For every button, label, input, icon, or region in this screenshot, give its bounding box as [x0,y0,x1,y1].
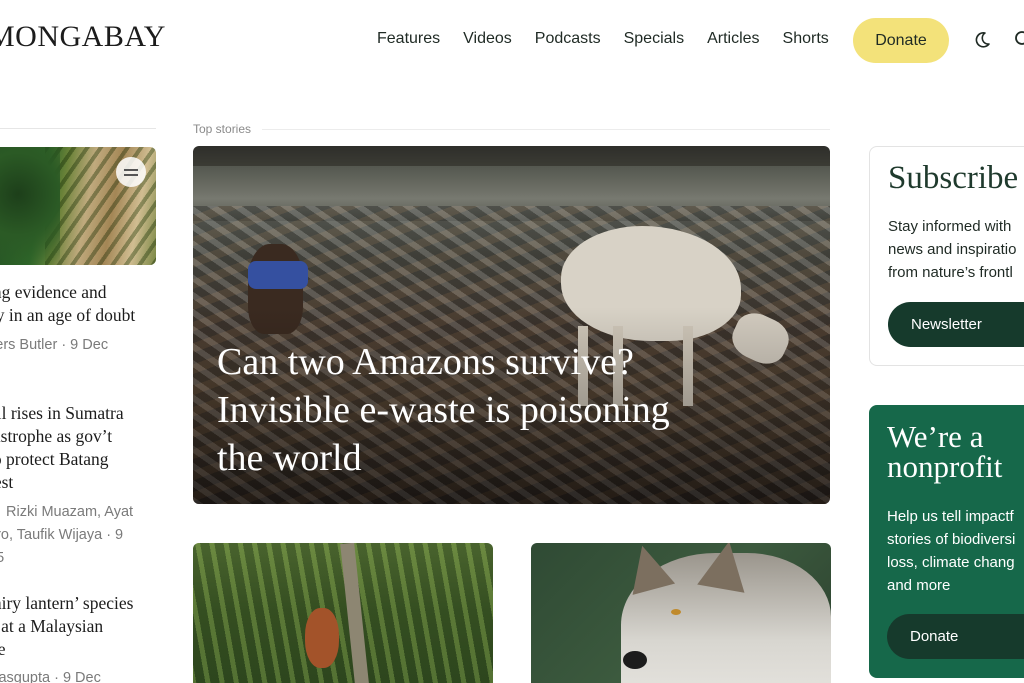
left-story-title-2-line-4[interactable]: rest [0,471,13,494]
newsletter-button[interactable]: Newsletter [888,302,1024,347]
subscribe-text-line-3: from nature’s frontl [888,264,1013,281]
nonprofit-title-line-1: We’re a [887,419,984,454]
nav-specials[interactable]: Specials [624,30,684,48]
nav-features[interactable]: Features [377,30,440,48]
left-story-title-2-line-1[interactable]: oll rises in Sumatra [0,402,124,425]
nav-articles[interactable]: Articles [707,30,759,48]
left-story-meta-2-line-2: aro, Taufik Wijaya · 9 [0,527,124,543]
hero-title-line-3[interactable]: the world [217,434,777,482]
listen-icon[interactable] [116,157,146,187]
top-stories-label: Top stories [193,122,252,136]
left-story-meta-2-line-1: Rizki Muazam, Ayat [6,504,134,520]
left-story-title-2-line-2[interactable]: tastrophe as gov’t [0,425,112,448]
story-card-wolf-image[interactable] [531,543,831,683]
subscribe-text-line-2: news and inspiratio [888,241,1017,258]
top-stories-divider [262,129,830,130]
moon-icon[interactable] [972,30,992,50]
nonprofit-text-line-1: Help us tell impactf [887,508,1014,525]
hero-title-line-1[interactable]: Can two Amazons survive? [217,338,777,386]
subscribe-text-line-1: Stay informed with [888,218,1012,235]
nav-shorts[interactable]: Shorts [783,30,829,48]
left-story-title-1-line-2[interactable]: ay in an age of doubt [0,304,135,327]
nonprofit-text-line-2: stories of biodiversi [887,531,1016,548]
search-icon[interactable] [1014,30,1024,50]
subscribe-title: Subscribe [888,160,1019,196]
left-story-title-1-line-1[interactable]: ing evidence and [0,281,107,304]
left-story-title-2-line-3[interactable]: to protect Batang [0,448,109,471]
left-story-meta-2-line-3: 25 [0,550,5,566]
hero-story[interactable]: Can two Amazons survive? Invisible e-was… [193,146,830,504]
left-story-title-3-line-3[interactable]: ite [0,638,6,661]
left-story-meta-3: Dasgupta · 9 Dec [0,670,101,683]
donate-button[interactable]: Donate [853,18,949,63]
story-card-orangutan-image[interactable] [193,543,493,683]
left-divider [0,128,156,129]
left-story-title-3-line-2[interactable]: d at a Malaysian [0,615,103,638]
nav-podcasts[interactable]: Podcasts [535,30,601,48]
main-nav: Features Videos Podcasts Specials Articl… [377,30,829,48]
sidebar-donate-button[interactable]: Donate [887,614,1024,659]
left-story-title-3-line-1[interactable]: fairy lantern’ species [0,592,133,615]
site-logo[interactable]: MONGABAY [0,20,166,54]
left-story-meta-1: vers Butler · 9 Dec [0,337,109,353]
nav-videos[interactable]: Videos [463,30,512,48]
nonprofit-text-line-4: and more [887,577,951,594]
hero-title[interactable]: Can two Amazons survive? Invisible e-was… [217,338,777,482]
nonprofit-title-line-2: nonprofit [887,449,1003,484]
subscribe-text: Stay informed with news and inspiratio f… [888,215,1016,284]
nonprofit-text-line-3: loss, climate chang [887,554,1015,571]
hero-title-line-2[interactable]: Invisible e-waste is poisoning [217,386,777,434]
nonprofit-text: Help us tell impactf stories of biodiver… [887,505,1015,597]
nonprofit-title: We’re a nonprofit [887,419,1003,484]
